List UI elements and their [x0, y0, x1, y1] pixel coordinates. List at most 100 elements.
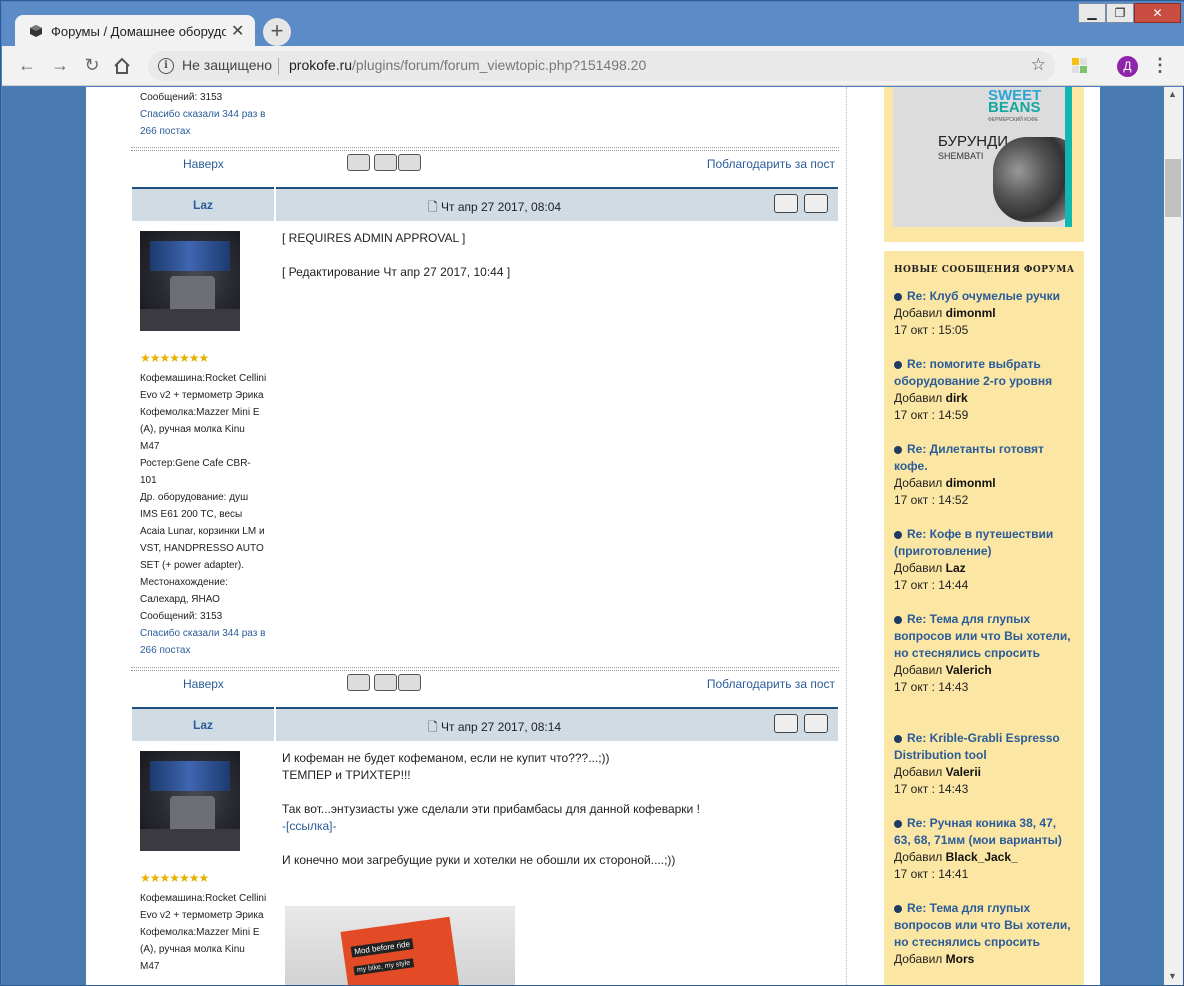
quote-icon[interactable] — [347, 154, 370, 171]
info-line: M47 — [140, 961, 160, 972]
users-icon[interactable] — [398, 674, 421, 691]
page-scrollbar[interactable]: ▲ ▼ — [1164, 87, 1183, 985]
mail-icon[interactable] — [374, 674, 397, 691]
info-line: Сообщений: 3153 — [140, 611, 223, 622]
post-date-bar: 🗋 Чт апр 27 2017, 08:14 — [276, 707, 838, 741]
info-line: Кофемашина:Rocket Cellini — [140, 893, 267, 904]
minimize-button[interactable]: ▁ — [1078, 3, 1106, 23]
thanks-posts[interactable]: 266 постах — [140, 642, 268, 659]
bullet-icon — [894, 531, 902, 539]
bookmark-star-icon[interactable]: ☆ — [1031, 55, 1046, 75]
back-icon[interactable]: ← — [16, 55, 38, 76]
news-link[interactable]: Re: Ручная коника 38, 47, 63, 68, 71мм (… — [894, 816, 1062, 847]
post-body: [ REQUIRES ADMIN APPROVAL ] [ Редактиров… — [282, 230, 832, 281]
edit-icon[interactable] — [774, 194, 798, 213]
post-text: И конечно мои загребущие руки и хотелки … — [282, 853, 676, 867]
users-icon[interactable] — [398, 154, 421, 171]
back-to-top-link[interactable]: Наверх — [183, 677, 224, 691]
column-divider — [846, 87, 847, 985]
scroll-down-icon[interactable]: ▼ — [1168, 971, 1177, 981]
news-item: Re: помогите выбрать оборудование 2-го у… — [894, 356, 1072, 424]
added-label: Добавил — [894, 306, 943, 320]
mail-icon[interactable] — [374, 154, 397, 171]
ad-subtitle: SHEMBATI — [938, 151, 984, 161]
url-text[interactable]: prokofe.ru/plugins/forum/forum_viewtopic… — [289, 57, 646, 73]
forward-icon[interactable]: → — [49, 55, 71, 76]
browser-menu-icon[interactable]: ⋮ — [1151, 55, 1169, 76]
photo-label: Mod before ride — [350, 938, 414, 958]
post-nav-row: Наверх Поблагодарить за пост — [131, 153, 839, 177]
news-time: 17 окт : 14:41 — [894, 867, 969, 881]
news-link[interactable]: Re: Клуб очумелые ручки — [907, 289, 1060, 303]
news-item: Re: Krible-Grabli Espresso Distribution … — [894, 730, 1072, 798]
added-label: Добавил — [894, 561, 943, 575]
news-link[interactable]: Re: Krible-Grabli Espresso Distribution … — [894, 731, 1060, 762]
close-window-button[interactable]: ✕ — [1134, 3, 1181, 23]
news-header: НОВЫЕ СООБЩЕНИЯ ФОРУМА — [894, 265, 1075, 275]
forum-page: Сообщений: 3153 Спасибо сказали 344 раз … — [86, 87, 1100, 985]
info-line: M47 — [140, 441, 160, 452]
scroll-thumb[interactable] — [1165, 159, 1181, 217]
news-link[interactable]: Re: помогите выбрать оборудование 2-го у… — [894, 357, 1052, 388]
home-icon[interactable] — [113, 57, 131, 75]
news-link[interactable]: Re: Дилетанты готовят кофе. — [894, 442, 1044, 473]
reload-icon[interactable]: ↻ — [81, 55, 103, 76]
page-viewport: Сообщений: 3153 Спасибо сказали 344 раз … — [2, 87, 1164, 985]
info-icon[interactable]: i — [158, 58, 174, 74]
tab-title: Форумы / Домашнее оборудов — [51, 24, 226, 39]
tab-forum[interactable]: Форумы / Домашнее оборудов ✕ — [15, 15, 255, 47]
url-domain: prokofe.ru — [289, 57, 353, 73]
post-author[interactable]: Laz — [132, 707, 274, 741]
thanks-posts[interactable]: 266 постах — [140, 123, 268, 140]
news-link[interactable]: Re: Тема для глупых вопросов или что Вы … — [894, 901, 1071, 949]
thanks-count[interactable]: Спасибо сказали 344 раз в — [140, 106, 268, 123]
new-messages-box: НОВЫЕ СООБЩЕНИЯ ФОРУМА Re: Клуб очумелые… — [884, 251, 1084, 985]
post-date: 🗋 Чт апр 27 2017, 08:04 — [428, 200, 562, 214]
browser-window: Форумы / Домашнее оборудов ✕ + ▁ ❐ ✕ ← →… — [0, 0, 1184, 986]
profile-avatar[interactable]: Д — [1117, 56, 1138, 77]
info-line: (A), ручная молка Kinu — [140, 944, 245, 955]
news-item: Re: Кофе в путешествии (приготовление) Д… — [894, 526, 1072, 594]
post-link[interactable]: -[ссылка]- — [282, 818, 832, 835]
post-header: Laz 🗋 Чт апр 27 2017, 08:04 — [132, 187, 838, 221]
tab-close-icon[interactable]: ✕ — [231, 21, 244, 41]
reply-icon[interactable] — [804, 714, 828, 733]
back-to-top-link[interactable]: Наверх — [183, 157, 224, 171]
user-info: Кофемашина:Rocket Cellini Evo v2 + термо… — [140, 370, 268, 659]
thank-post-link[interactable]: Поблагодарить за пост — [707, 677, 835, 691]
news-time: 17 окт : 14:59 — [894, 408, 969, 422]
thanks-count[interactable]: Спасибо сказали 344 раз в — [140, 625, 268, 642]
ad-brand: BEANS — [988, 99, 1041, 116]
info-line: Evo v2 + термометр Эрика — [140, 910, 264, 921]
address-bar[interactable]: i Не защищено prokofe.ru/plugins/forum/f… — [148, 51, 1055, 81]
post-author[interactable]: Laz — [132, 187, 274, 221]
post-text: Так вот...энтузиасты уже сделали эти при… — [282, 802, 700, 816]
scroll-up-icon[interactable]: ▲ — [1168, 89, 1177, 99]
maximize-button[interactable]: ❐ — [1106, 3, 1134, 23]
news-user: Valerich — [945, 663, 992, 677]
news-link[interactable]: Re: Кофе в путешествии (приготовление) — [894, 527, 1053, 558]
added-label: Добавил — [894, 765, 943, 779]
post-edit-note: [ Редактирование Чт апр 27 2017, 10:44 ] — [282, 265, 511, 279]
security-label[interactable]: Не защищено — [182, 57, 272, 73]
post-photo[interactable]: Mod before ride my bike, my style — [285, 906, 515, 985]
ad-box: SWEET BEANS ФЕРМЕРСКИЙ КОФЕ БУРУНДИ SHEM… — [884, 87, 1084, 242]
info-line: Салехард, ЯНАО — [140, 594, 220, 605]
reply-icon[interactable] — [804, 194, 828, 213]
avatar — [140, 231, 240, 331]
ad-product: БУРУНДИ — [938, 133, 1009, 150]
news-time: 17 окт : 14:43 — [894, 782, 969, 796]
ad-banner[interactable]: SWEET BEANS ФЕРМЕРСКИЙ КОФЕ БУРУНДИ SHEM… — [893, 87, 1072, 227]
news-link[interactable]: Re: Тема для глупых вопросов или что Вы … — [894, 612, 1071, 660]
info-line: Кофемашина:Rocket Cellini — [140, 373, 267, 384]
quote-icon[interactable] — [347, 674, 370, 691]
info-line: SET (+ power adapter). — [140, 560, 245, 571]
edit-icon[interactable] — [774, 714, 798, 733]
news-user: dimonml — [945, 306, 996, 320]
thank-post-link[interactable]: Поблагодарить за пост — [707, 157, 835, 171]
info-line: (A), ручная молка Kinu — [140, 424, 245, 435]
info-line: Ростер:Gene Cafe CBR- — [140, 458, 251, 469]
news-user: Valerii — [945, 765, 982, 779]
extension-icon[interactable] — [1072, 58, 1088, 74]
new-tab-button[interactable]: + — [263, 18, 291, 46]
